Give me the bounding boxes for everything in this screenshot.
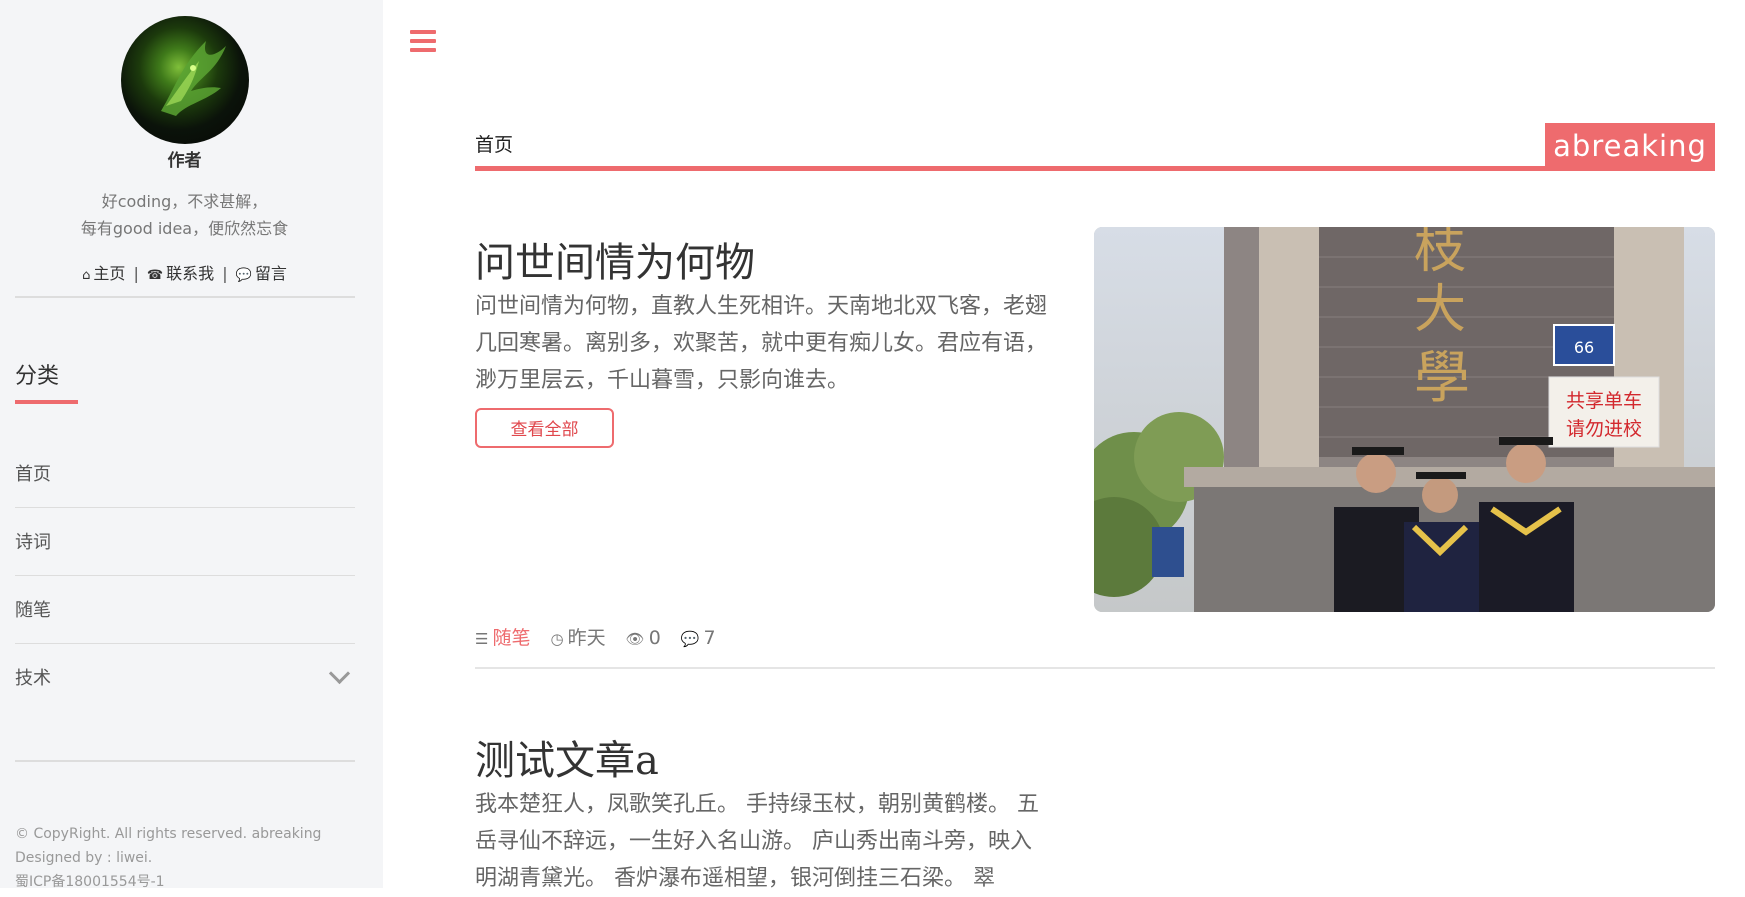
article-excerpt: 我本楚狂人，凤歌笑孔丘。 手持绿玉杖，朝别黄鹤楼。 五岳寻仙不辞远，一生好入名山… (475, 792, 1039, 891)
author-motto: 好coding，不求甚解， 每有good idea，便欣然忘食 (0, 188, 369, 242)
contact-link[interactable]: ☎ 联系我 (147, 264, 214, 283)
footer-copyright: © CopyRight. All rights reserved. abreak… (15, 826, 322, 842)
footer-icp[interactable]: 蜀ICP备18001554号-1 (15, 870, 321, 894)
avatar[interactable] (121, 16, 249, 144)
svg-text:大: 大 (1414, 280, 1466, 340)
motto-line-2: 每有good idea，便欣然忘食 (80, 219, 289, 238)
clock-icon: ◷ (550, 630, 564, 648)
motto-line-1: 好coding，不求甚解， (101, 192, 268, 211)
category-title-underline (15, 400, 78, 404)
category-label[interactable]: 随笔 (492, 627, 530, 649)
divider (15, 296, 355, 298)
street-plate: 66 (1574, 338, 1594, 357)
sign-text-1: 共享单车 (1566, 390, 1642, 412)
sidebar-item-tech[interactable]: 技术 (15, 644, 355, 711)
sidebar-item-poetry[interactable]: 诗词 (15, 508, 355, 576)
link-separator: | (222, 264, 228, 283)
article-thumbnail[interactable]: 枝 大 學 66 共享单车 请勿进校 (1094, 227, 1715, 612)
sidebar: 作者 好coding，不求甚解， 每有good idea，便欣然忘食 ⌂ 主页 |… (0, 0, 383, 890)
article-excerpt: 问世间情为何物，直教人生死相许。天南地北双飞客，老翅几回寒暑。离别多，欢聚苦，就… (475, 294, 1048, 393)
sidebar-links: ⌂ 主页 | ☎ 联系我 | 💬 留言 (0, 260, 369, 284)
home-link[interactable]: ⌂ 主页 (82, 264, 125, 283)
home-link-label: 主页 (93, 264, 126, 283)
phone-icon: ☎ (146, 268, 164, 283)
message-link[interactable]: 💬 留言 (236, 264, 287, 283)
category-title: 分类 (15, 364, 60, 389)
article-meta: ☰ 随笔 ◷ 昨天 👁 0 💬 7 (475, 623, 730, 650)
article-title[interactable]: 问世间情为何物 (475, 230, 755, 288)
chevron-down-icon[interactable] (328, 662, 351, 685)
sidebar-item-home[interactable]: 首页 (15, 440, 355, 508)
eye-icon: 👁 (625, 630, 645, 648)
meta-category[interactable]: ☰ 随笔 (475, 627, 530, 649)
sidebar-item-essay[interactable]: 随笔 (15, 576, 355, 644)
footer-designer: Designed by : liwei. (15, 850, 153, 866)
brand-logo[interactable]: abreaking (1545, 123, 1715, 171)
menu-toggle-icon[interactable] (410, 30, 436, 52)
sidebar-item-label: 首页 (15, 464, 51, 485)
breadcrumb-underline (475, 166, 1715, 171)
read-more-button[interactable]: 查看全部 (475, 408, 614, 448)
svg-text:學: 學 (1414, 346, 1470, 411)
meta-views: 👁 0 (626, 627, 661, 649)
author-name: 作者 (167, 151, 202, 171)
list-icon: ☰ (475, 630, 489, 648)
sign-text-2: 请勿进校 (1566, 418, 1642, 440)
article-title[interactable]: 测试文章a (475, 728, 659, 786)
divider (15, 760, 355, 762)
footer: © CopyRight. All rights reserved. abreak… (15, 822, 321, 894)
sidebar-item-label: 随笔 (15, 600, 51, 621)
comment-icon: 💬 (235, 268, 252, 283)
link-separator: | (133, 264, 139, 283)
message-link-label: 留言 (254, 264, 287, 283)
breadcrumb: 首页 (475, 134, 514, 156)
svg-text:枝: 枝 (1414, 227, 1466, 280)
meta-time: ◷ 昨天 (551, 627, 606, 649)
time-label: 昨天 (567, 627, 606, 649)
home-icon: ⌂ (82, 268, 91, 283)
contact-link-label: 联系我 (166, 264, 215, 283)
views-count: 0 (648, 627, 661, 649)
sidebar-item-label: 技术 (15, 668, 51, 689)
comment-icon: 💬 (680, 630, 700, 648)
article-divider (475, 667, 1715, 669)
sidebar-item-label: 诗词 (15, 532, 51, 553)
meta-comments[interactable]: 💬 7 (681, 627, 716, 649)
comments-count: 7 (703, 627, 716, 649)
